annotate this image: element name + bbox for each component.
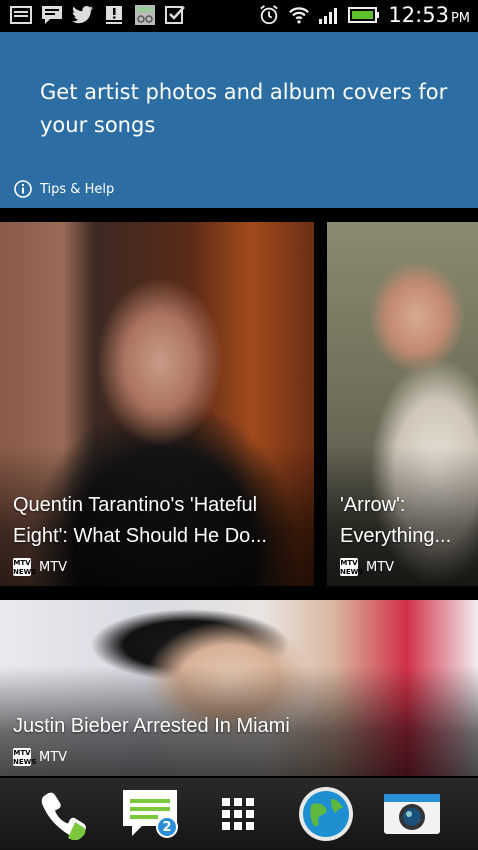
news-headline: Justin Bieber Arrested In Miami	[13, 715, 290, 737]
app-icon	[134, 4, 156, 26]
signal-icon	[318, 4, 340, 26]
clock: 12:53 PM	[388, 3, 470, 27]
clock-time: 12:53	[388, 3, 449, 27]
notification-icons	[10, 4, 187, 26]
tips-help-link[interactable]: Tips & Help	[14, 180, 114, 198]
app-dock: 2	[0, 778, 478, 850]
info-icon	[14, 180, 32, 198]
mtv-logo-icon: MTV NEWS	[13, 748, 37, 766]
message-icon	[41, 4, 63, 26]
mtv-logo-icon: MTV NEWS	[340, 558, 364, 576]
clock-ampm: PM	[450, 11, 470, 26]
alert-icon	[103, 4, 125, 26]
news-tile[interactable]: 'Arrow': Everything... MTV NEWS MTV	[327, 222, 478, 586]
checklist-icon	[165, 4, 187, 26]
camera-icon	[384, 794, 440, 834]
news-source-label: MTV	[39, 559, 68, 575]
twitter-icon	[72, 4, 94, 26]
mtv-logo-icon: MTV NEWS	[13, 558, 37, 576]
camera-button[interactable]	[382, 784, 442, 844]
browser-button[interactable]	[296, 784, 356, 844]
messages-button[interactable]: 2	[120, 784, 180, 844]
status-bar: 12:53 PM	[0, 0, 478, 32]
news-source: MTV NEWS MTV	[340, 558, 394, 576]
wifi-icon	[288, 4, 310, 26]
tips-help-label: Tips & Help	[40, 181, 115, 197]
image-icon	[10, 4, 32, 26]
divider	[0, 208, 478, 222]
news-tile[interactable]: Quentin Tarantino's 'Hateful Eight': Wha…	[0, 222, 314, 586]
news-headline: 'Arrow': Everything...	[340, 494, 452, 547]
phone-icon	[41, 792, 86, 840]
news-headline: Quentin Tarantino's 'Hateful Eight': Wha…	[13, 494, 267, 547]
unread-badge: 2	[156, 816, 178, 838]
system-indicators: 12:53 PM	[258, 3, 470, 27]
news-source-label: MTV	[39, 749, 68, 765]
news-source: MTV NEWS MTV	[13, 558, 67, 576]
tips-message: Get artist photos and album covers for y…	[40, 80, 448, 137]
battery-icon	[348, 4, 380, 26]
phone-button[interactable]	[33, 784, 93, 844]
browser-icon	[299, 787, 353, 841]
all-apps-button[interactable]	[208, 784, 268, 844]
news-tile[interactable]: Justin Bieber Arrested In Miami MTV NEWS …	[0, 600, 478, 776]
alarm-icon	[258, 4, 280, 26]
tips-card[interactable]: Get artist photos and album covers for y…	[0, 32, 478, 208]
news-source: MTV NEWS MTV	[13, 748, 67, 766]
apps-grid-icon	[222, 798, 254, 830]
news-source-label: MTV	[366, 559, 395, 575]
